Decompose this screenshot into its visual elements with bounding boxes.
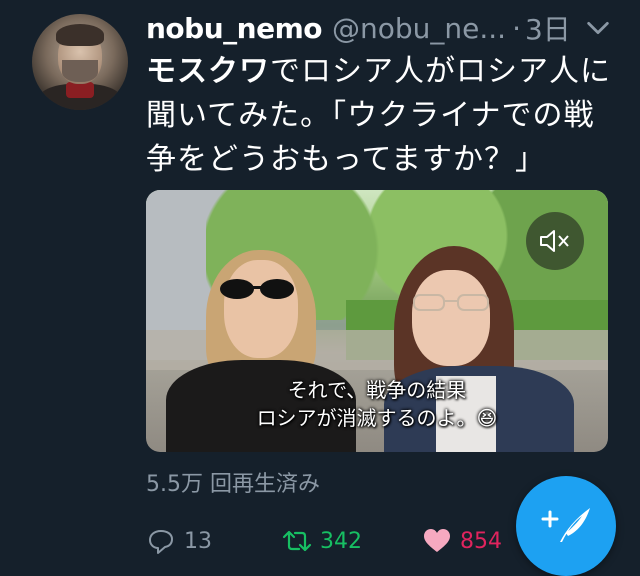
video-player[interactable]: それで、戦争の結果 ロシアが消滅するのよ。😆: [146, 190, 608, 452]
mute-button[interactable]: [526, 212, 584, 270]
sunglasses: [220, 279, 294, 299]
compose-icon: [541, 508, 590, 542]
avatar-beard: [62, 60, 98, 82]
author-name[interactable]: nobu_nemo: [146, 12, 322, 45]
chevron-down-icon[interactable]: [584, 14, 612, 42]
retweet-button[interactable]: 342: [282, 526, 362, 556]
view-count: 5.5万 回再生済み: [146, 472, 320, 497]
tweet-header: nobu_nemo @nobu_ne... · 3日: [146, 8, 571, 48]
video-subtitle: それで、戦争の結果 ロシアが消滅するのよ。😆: [146, 376, 608, 432]
reply-count: 13: [184, 528, 212, 554]
person-left-face: [224, 260, 298, 358]
compose-tweet-button[interactable]: [516, 476, 616, 576]
subtitle-line-2: ロシアが消滅するのよ。😆: [256, 406, 498, 430]
tweet-text-bold: モスクワ: [146, 54, 270, 89]
tweet-text: モスクワでロシア人がロシア人に聞いてみた。「ウクライナでの戦争をどうおもってます…: [146, 50, 616, 182]
avatar-scarf: [66, 82, 94, 98]
avatar-hair: [56, 24, 104, 46]
tweet-time[interactable]: 3日: [525, 8, 571, 48]
separator-dot: ·: [512, 11, 521, 45]
author-handle[interactable]: @nobu_ne...: [332, 12, 506, 45]
reply-button[interactable]: 13: [146, 526, 212, 556]
person-right-face: [412, 270, 490, 366]
like-icon: [424, 529, 450, 552]
subtitle-line-1: それで、戦争の結果: [287, 378, 467, 402]
retweet-icon: [282, 530, 312, 552]
like-count: 854: [460, 528, 502, 554]
avatar[interactable]: [32, 14, 128, 110]
reply-icon: [149, 530, 173, 554]
mute-icon: [540, 230, 569, 252]
eyeglasses: [413, 294, 489, 311]
retweet-count: 342: [320, 528, 362, 554]
like-button[interactable]: 854: [422, 526, 502, 556]
